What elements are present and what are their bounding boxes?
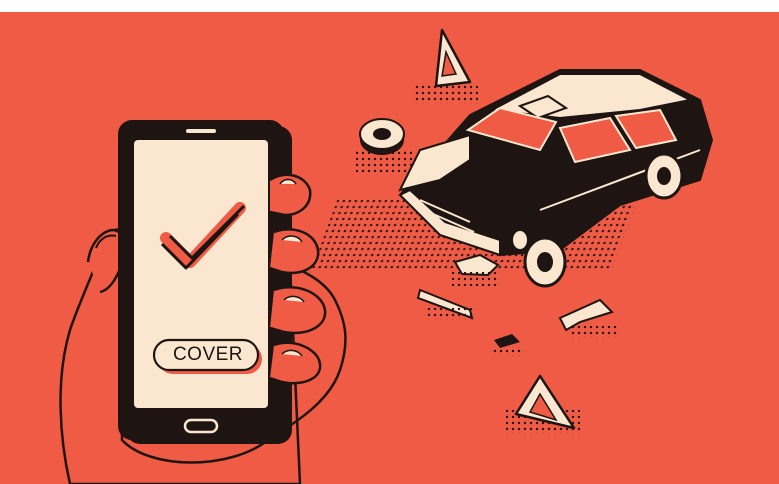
illustration-scene: COVER <box>0 0 779 484</box>
top-border <box>0 0 779 12</box>
debris-shard <box>416 288 476 320</box>
phone-speaker <box>186 129 216 133</box>
debris-shard <box>558 298 618 338</box>
warning-triangle-icon <box>506 374 580 434</box>
insurance-illustration <box>0 0 779 484</box>
debris-shard <box>490 334 524 356</box>
cover-button-label: COVER <box>172 344 244 365</box>
warning-triangle-icon <box>414 28 478 104</box>
loose-wheel <box>356 118 416 174</box>
car-wreck <box>311 69 714 288</box>
phone <box>118 120 292 444</box>
